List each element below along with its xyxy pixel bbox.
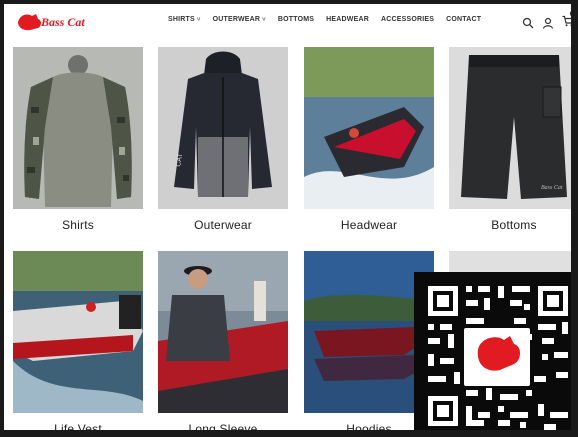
category-label: Outerwear	[194, 218, 252, 232]
cart-button[interactable]: 0	[562, 10, 571, 32]
logo-wordmark: Bass Cat	[40, 15, 85, 29]
category-label: Life Vest	[54, 422, 102, 436]
bottoms-image: Bass Cat	[449, 47, 571, 209]
category-card-bottoms[interactable]: Bass Cat Bottoms	[449, 47, 571, 232]
category-card-shirts[interactable]: Shirts	[13, 47, 143, 232]
headwear-image	[304, 47, 434, 209]
chevron-down-icon: ˅	[262, 16, 266, 23]
nav-item-shirts[interactable]: SHIRTS ˅	[168, 16, 201, 23]
category-label: Long Sleeve	[188, 422, 258, 436]
svg-text:Bass Cat: Bass Cat	[541, 185, 563, 191]
category-card-life-vest[interactable]: Life Vest	[13, 251, 143, 436]
qr-code-icon	[414, 272, 571, 430]
nav-item-outerwear[interactable]: OUTERWEAR ˅	[213, 16, 266, 23]
category-label: Bottoms	[491, 218, 537, 232]
chevron-down-icon: ˅	[196, 16, 201, 23]
qr-code-overlay	[414, 272, 571, 430]
nav-item-bottoms[interactable]: BOTTOMS	[278, 16, 314, 23]
header-icons: 0	[522, 10, 571, 32]
category-card-outerwear[interactable]: CAT Outerwear	[158, 47, 288, 232]
nav-item-contact[interactable]: CONTACT	[446, 16, 481, 23]
category-label: Headwear	[340, 218, 398, 232]
long-sleeve-image	[158, 251, 288, 413]
cart-icon	[562, 15, 571, 27]
outerwear-image: CAT	[158, 47, 288, 209]
brand-logo[interactable]: Bass Cat	[16, 10, 98, 34]
site-header: Bass Cat SHIRTS ˅ OUTERWEAR ˅ BOTTOMS HEAD…	[4, 4, 571, 42]
nav-item-headwear[interactable]: HEADWEAR	[326, 16, 369, 23]
page-frame: Bass Cat SHIRTS ˅ OUTERWEAR ˅ BOTTOMS HEAD…	[0, 0, 578, 437]
search-icon[interactable]	[522, 17, 534, 29]
category-card-headwear[interactable]: Headwear	[304, 47, 434, 232]
category-card-long-sleeve[interactable]: Long Sleeve	[158, 251, 288, 436]
category-label: Shirts	[62, 218, 94, 232]
life-vest-image	[13, 251, 143, 413]
nav-item-accessories[interactable]: ACCESSORIES	[381, 16, 434, 23]
main-nav: SHIRTS ˅ OUTERWEAR ˅ BOTTOMS HEADWEAR ACCE…	[168, 16, 493, 23]
shirts-image	[13, 47, 143, 209]
user-icon[interactable]	[542, 17, 554, 29]
cart-count-badge: 0	[570, 10, 571, 17]
